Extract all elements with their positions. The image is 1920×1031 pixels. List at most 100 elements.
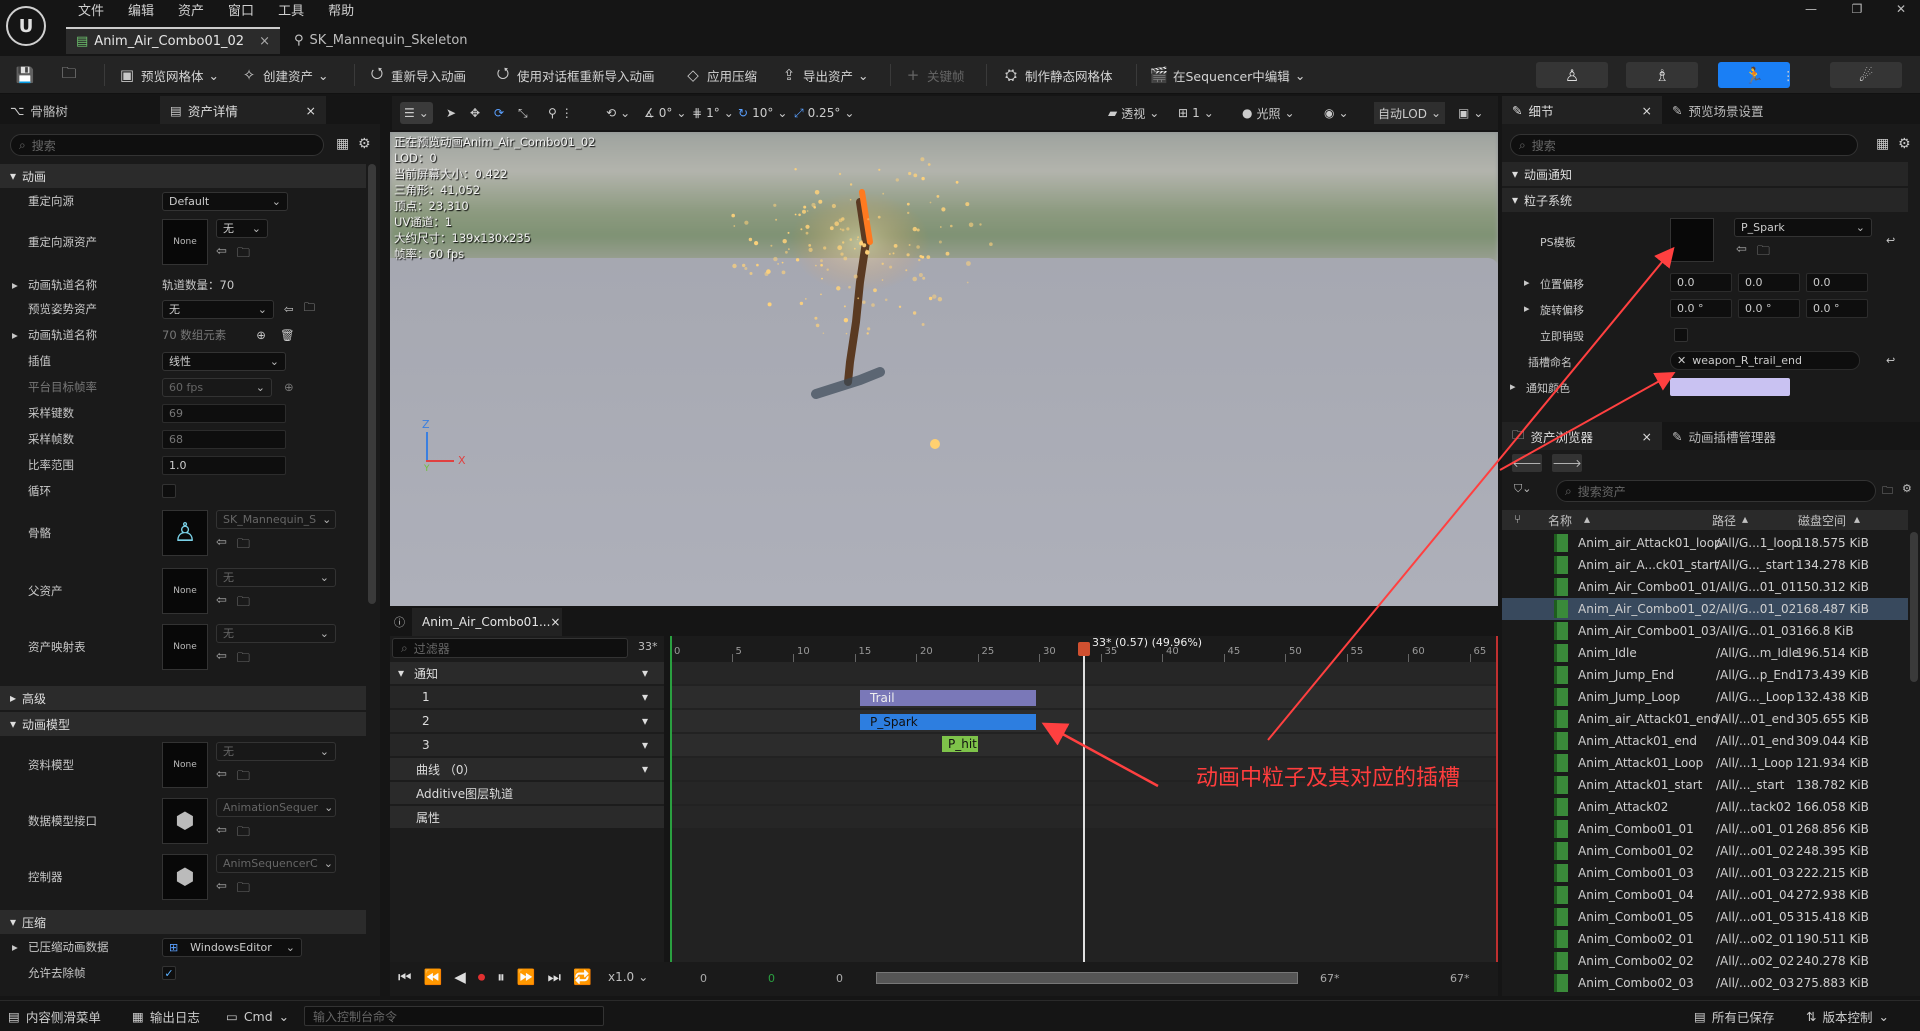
asset-row[interactable]: Anim_Idle/All/G...m_Idle 196.514 KiB xyxy=(1502,642,1908,664)
playhead-handle[interactable] xyxy=(1078,642,1090,656)
reset-icon[interactable]: ↩ xyxy=(1886,354,1895,367)
asset-row[interactable]: Anim_Combo02_03/All/...o02_03 275.883 KiB xyxy=(1502,972,1908,994)
use-selected-icon[interactable]: ⇦ xyxy=(216,535,227,557)
asset-thumbnail[interactable]: None xyxy=(162,568,208,614)
browse-icon[interactable]: 🗀 xyxy=(237,535,250,557)
tab-sequencer-anim[interactable]: Anim_Air_Combo01... × xyxy=(412,608,562,636)
menu-file[interactable]: 文件 xyxy=(66,2,116,22)
track-attributes[interactable]: 属性 xyxy=(390,806,664,828)
notify-p-spark[interactable]: P_Spark xyxy=(860,714,1036,730)
close-icon[interactable]: × xyxy=(1642,429,1652,444)
rotation-snap-button[interactable]: ↻ 10° ⌄ xyxy=(734,102,791,124)
browse-icon[interactable]: 🗀 xyxy=(304,300,316,319)
make-static-mesh-button[interactable]: ⛭ 制作静态网格体 xyxy=(994,62,1121,88)
mesh-mode-button[interactable]: ♗ xyxy=(1626,62,1698,88)
step-back-icon[interactable]: ⏪ xyxy=(424,968,443,986)
chevron-down-icon[interactable]: ▾ xyxy=(642,666,648,680)
rotation-x-field[interactable]: 0.0 ° xyxy=(1670,299,1732,318)
asset-row[interactable]: Anim_Combo01_02/All/...o01_02 248.395 KiB xyxy=(1502,840,1908,862)
rotate-tool-button[interactable]: ⟳ xyxy=(490,102,508,124)
close-icon[interactable]: × xyxy=(1642,103,1652,118)
close-icon[interactable]: × xyxy=(306,103,316,118)
interpolation-combo[interactable]: 线性 xyxy=(162,351,286,371)
use-selected-icon[interactable]: ⇦ xyxy=(216,767,227,789)
parent-asset-combo[interactable]: 无 xyxy=(216,567,336,587)
asset-mapping-combo[interactable]: 无 xyxy=(216,623,336,643)
folder-icon[interactable]: 🗀 xyxy=(1882,482,1893,501)
rotation-y-field[interactable]: 0.0 ° xyxy=(1738,299,1800,318)
playback-speed-button[interactable]: x1.0 ⌄ xyxy=(608,970,648,984)
forward-arrow-icon[interactable]: 🡒 xyxy=(1552,454,1582,472)
grid-snap-button[interactable]: ⋕ 1° ⌄ xyxy=(688,102,738,124)
playhead[interactable] xyxy=(1083,644,1085,962)
track-notify-1[interactable]: 1 ▾ xyxy=(390,686,664,708)
left-scrollbar[interactable] xyxy=(368,164,376,604)
scale-snap-button[interactable]: ⤢ 0.25° ⌄ xyxy=(790,102,858,124)
location-z-field[interactable]: 0.0 xyxy=(1806,273,1868,292)
settings-gear-icon[interactable]: ⚙ xyxy=(358,136,371,152)
add-icon[interactable]: ⊕ xyxy=(284,380,294,394)
expand-arrow-icon[interactable]: ▸ xyxy=(12,328,18,342)
menu-asset[interactable]: 资产 xyxy=(166,2,216,22)
go-to-end-icon[interactable]: ⏭ xyxy=(547,968,561,986)
asset-row[interactable]: Anim_Air_Combo01_01/All/G...01_01 150.312… xyxy=(1502,576,1908,598)
source-control-button[interactable]: ⇅ 版本控制 ⌄ xyxy=(1806,1006,1889,1026)
clear-x-icon[interactable]: ✕ xyxy=(1677,352,1686,369)
fov-button[interactable]: ⊞ 1 ⌄ xyxy=(1174,102,1218,124)
allow-strip-checkbox[interactable]: ✓ xyxy=(162,966,176,980)
close-icon[interactable]: × xyxy=(550,615,560,629)
settings-gear-icon[interactable]: ⚙ xyxy=(1902,482,1912,495)
search-input[interactable]: ⌕ 搜索 xyxy=(10,134,324,156)
category-particle-system[interactable]: ▾ 粒子系统 xyxy=(1502,188,1908,212)
show-flags-button[interactable]: ◉ ⌄ xyxy=(1320,102,1353,124)
retarget-source-combo[interactable]: Default xyxy=(162,191,288,211)
back-arrow-icon[interactable]: 🡐 xyxy=(1512,454,1542,472)
asset-row[interactable]: Anim_Combo02_01/All/...o02_01 190.511 KiB xyxy=(1502,928,1908,950)
use-selected-icon[interactable]: ⇦ xyxy=(216,593,227,615)
cmd-button[interactable]: ▭ Cmd ⌄ xyxy=(226,1006,289,1026)
tab-skeleton-tree[interactable]: ⌥ 骨骼树 xyxy=(0,96,160,124)
notify-color-swatch[interactable] xyxy=(1670,378,1790,396)
tab-asset-details[interactable]: ▤ 资产详情 × xyxy=(160,96,326,124)
particle-thumbnail[interactable] xyxy=(1670,218,1714,262)
angle-snap-button[interactable]: ∡ 0° ⌄ xyxy=(640,102,690,124)
data-model-combo[interactable]: 无 xyxy=(216,741,336,761)
column-disk-size[interactable]: 磁盘空间 xyxy=(1798,512,1846,529)
go-to-start-icon[interactable]: ⏮ xyxy=(398,968,412,986)
category-animation[interactable]: ▾ 动画 xyxy=(0,164,366,188)
asset-search-input[interactable]: ⌕ 搜索资产 xyxy=(1556,480,1876,502)
unreal-logo-icon[interactable]: U xyxy=(6,6,46,46)
translate-tool-button[interactable]: ✥ xyxy=(466,102,484,124)
lit-mode-button[interactable]: ● 光照 ⌄ xyxy=(1238,102,1299,124)
reimport-dialog-button[interactable]: ⭯ 使用对话框重新导入动画 xyxy=(486,62,663,88)
asset-row[interactable]: Anim_Combo01_05/All/...o01_05 315.418 KiB xyxy=(1502,906,1908,928)
browse-icon[interactable]: 🗀 xyxy=(237,879,250,901)
browse-icon[interactable]: 🗀 xyxy=(237,767,250,789)
chevron-down-icon[interactable]: ▾ xyxy=(642,738,648,752)
controller-combo[interactable]: AnimSequencerC xyxy=(216,853,336,873)
compressed-data-combo[interactable]: ⊞ WindowsEditor xyxy=(162,937,302,957)
track-curves[interactable]: 曲线 （0） ▾ xyxy=(390,758,664,780)
tab-details[interactable]: ✎ 细节 × xyxy=(1502,96,1662,124)
details-search-input[interactable]: ⌕ 搜索 xyxy=(1510,134,1858,156)
maximize-button[interactable]: ❐ xyxy=(1840,2,1874,20)
filter-icon[interactable]: ⛉⌄ xyxy=(1514,482,1531,496)
menu-window[interactable]: 窗口 xyxy=(216,2,266,22)
export-asset-button[interactable]: ⇪ 导出资产 ⌄ xyxy=(772,62,877,88)
chevron-down-icon[interactable]: ▾ xyxy=(642,762,648,776)
tab-preview-scene-settings[interactable]: ✎ 预览场景设置 xyxy=(1662,96,1842,124)
category-compression[interactable]: ▾ 压缩 xyxy=(0,910,366,934)
immediate-destroy-checkbox[interactable] xyxy=(1674,328,1688,342)
add-element-icon[interactable]: ⊕ xyxy=(256,328,266,342)
chevron-down-icon[interactable]: ▾ xyxy=(642,690,648,704)
chevron-down-icon[interactable]: ▾ xyxy=(642,714,648,728)
use-selected-icon[interactable]: ⇦ xyxy=(216,823,227,845)
use-selected-icon[interactable]: ⇦ xyxy=(284,302,294,316)
socket-name-field[interactable]: ✕ weapon_R_trail_end xyxy=(1670,351,1860,370)
asset-thumbnail[interactable]: None xyxy=(162,624,208,670)
view-options-icon[interactable]: ▦ xyxy=(336,136,349,152)
menu-edit[interactable]: 编辑 xyxy=(116,2,166,22)
asset-row[interactable]: Anim_Attack01_end/All/...01_end 309.044 K… xyxy=(1502,730,1908,752)
loop-icon[interactable]: 🔁 xyxy=(573,968,592,986)
category-advanced[interactable]: ▸ 高级 xyxy=(0,686,366,710)
